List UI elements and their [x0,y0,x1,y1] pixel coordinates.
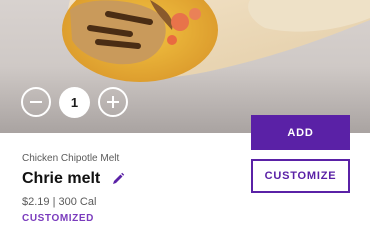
status-badge: CUSTOMIZED [22,213,94,224]
price-calories: $2.19 | 300 Cal [22,196,97,208]
quantity-value: 1 [59,87,90,118]
product-image [0,0,370,133]
customize-button[interactable]: CUSTOMIZE [251,159,350,193]
increment-quantity-button[interactable] [98,87,128,117]
product-name: Chicken Chipotle Melt [22,153,120,164]
decrement-quantity-button[interactable] [21,87,51,117]
add-button[interactable]: ADD [251,115,350,150]
pencil-icon[interactable] [111,172,125,186]
custom-item-name: Chrie melt [22,170,101,187]
